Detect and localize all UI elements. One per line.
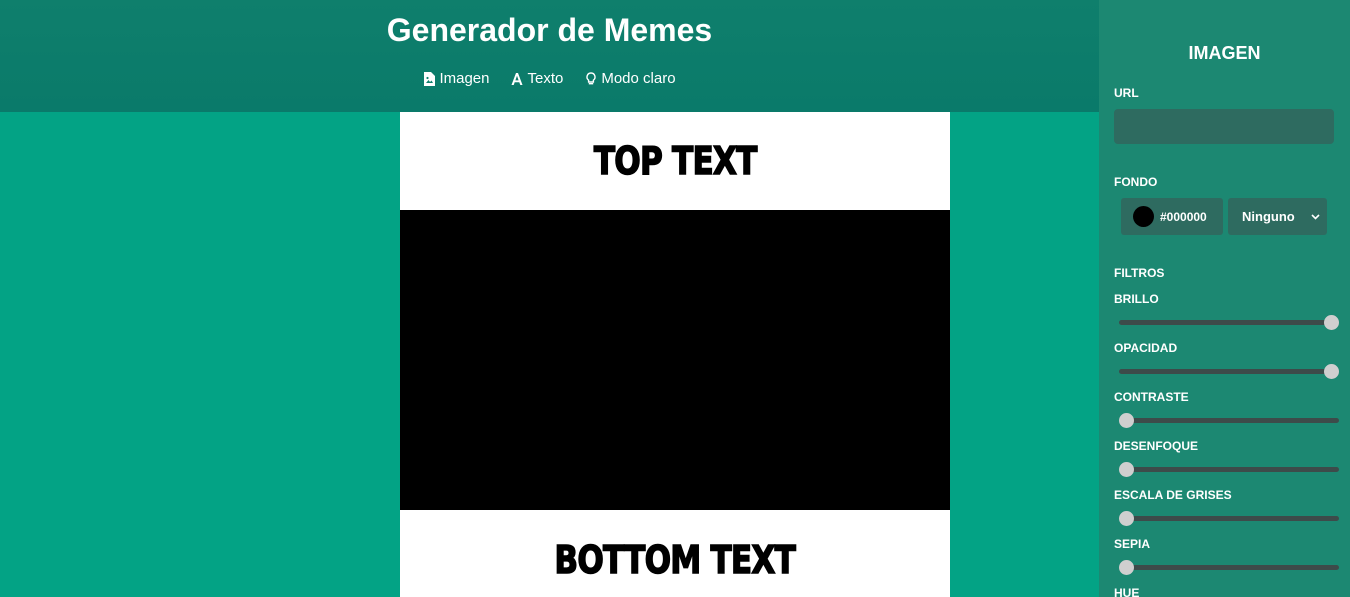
nav-text-button[interactable]: Texto bbox=[511, 70, 563, 87]
background-color-picker[interactable]: #000000 bbox=[1121, 198, 1223, 235]
filter-slider-0[interactable] bbox=[1119, 315, 1339, 330]
filter-label-5: SEPIA bbox=[1114, 537, 1151, 551]
panel-title: IMAGEN bbox=[1188, 43, 1261, 63]
blend-mode-value: Ninguno bbox=[1242, 209, 1295, 224]
slider-thumb[interactable] bbox=[1119, 413, 1134, 428]
filter-slider-1[interactable] bbox=[1119, 364, 1339, 379]
slider-thumb[interactable] bbox=[1324, 315, 1339, 330]
slider-track bbox=[1119, 369, 1339, 374]
chevron-down-icon bbox=[1311, 213, 1320, 220]
meme-workspace: TOP TEXT BOTTOM TEXT bbox=[0, 112, 1099, 597]
meme-canvas: TOP TEXT BOTTOM TEXT bbox=[400, 112, 950, 597]
filter-slider-4[interactable] bbox=[1119, 511, 1339, 526]
slider-thumb[interactable] bbox=[1324, 364, 1339, 379]
filter-label-3: DESENFOQUE bbox=[1114, 439, 1199, 453]
color-value: #000000 bbox=[1160, 209, 1207, 224]
page-title: Generador de Memes bbox=[386, 12, 713, 48]
url-label: URL bbox=[1114, 86, 1139, 100]
blend-mode-select[interactable]: Ninguno bbox=[1228, 198, 1327, 235]
slider-track bbox=[1119, 565, 1339, 570]
nav-image-label: Imagen bbox=[439, 70, 490, 87]
filter-label-4: ESCALA DE GRISES bbox=[1114, 488, 1232, 502]
slider-thumb[interactable] bbox=[1119, 560, 1134, 575]
meme-bottom-area: BOTTOM TEXT bbox=[400, 510, 950, 597]
filter-label-1: OPACIDAD bbox=[1114, 341, 1178, 355]
filter-label-0: BRILLO bbox=[1114, 292, 1159, 306]
app-header: Generador de Memes Imagen Texto Modo cla… bbox=[0, 0, 1099, 112]
filter-label-2: CONTRASTE bbox=[1114, 390, 1189, 404]
slider-track bbox=[1119, 320, 1339, 325]
lightbulb-icon bbox=[586, 71, 597, 84]
image-settings-panel: IMAGEN URL FONDO #000000 Ninguno FILTROS… bbox=[1099, 0, 1350, 597]
nav-text-label: Texto bbox=[527, 70, 564, 87]
nav-light-mode-button[interactable]: Modo claro bbox=[585, 70, 676, 87]
color-swatch bbox=[1133, 206, 1154, 227]
url-input[interactable] bbox=[1114, 109, 1334, 144]
filter-slider-5[interactable] bbox=[1119, 560, 1339, 575]
filter-label-6: HUE bbox=[1114, 586, 1140, 597]
fondo-label: FONDO bbox=[1114, 175, 1158, 189]
slider-track bbox=[1119, 516, 1339, 521]
nav-light-mode-label: Modo claro bbox=[601, 70, 676, 87]
nav-image-button[interactable]: Imagen bbox=[423, 70, 489, 87]
slider-thumb[interactable] bbox=[1119, 462, 1134, 477]
text-icon bbox=[511, 72, 523, 85]
slider-track bbox=[1119, 467, 1339, 472]
meme-bottom-text: BOTTOM TEXT bbox=[554, 537, 797, 583]
meme-image bbox=[400, 210, 950, 510]
slider-track bbox=[1119, 418, 1339, 423]
meme-top-text: TOP TEXT bbox=[593, 138, 758, 184]
slider-thumb[interactable] bbox=[1119, 511, 1134, 526]
filter-slider-3[interactable] bbox=[1119, 462, 1339, 477]
image-file-icon bbox=[424, 71, 436, 86]
meme-top-area: TOP TEXT bbox=[400, 112, 950, 210]
main-nav: Imagen Texto Modo claro bbox=[0, 70, 1099, 87]
filters-label: FILTROS bbox=[1114, 266, 1165, 280]
filter-slider-2[interactable] bbox=[1119, 413, 1339, 428]
